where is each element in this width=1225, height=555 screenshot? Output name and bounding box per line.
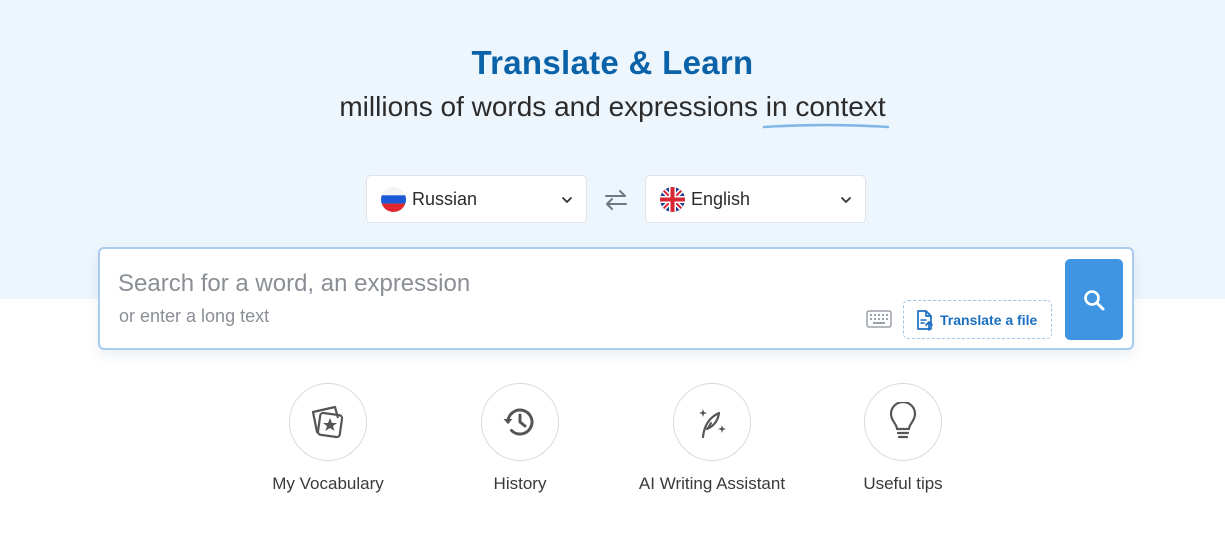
- russia-flag-icon: [381, 186, 406, 212]
- page-title: Translate & Learn: [471, 44, 754, 81]
- highlight-underline: [762, 123, 889, 129]
- source-language-select[interactable]: Russian: [366, 175, 587, 223]
- chevron-down-icon: [562, 197, 572, 203]
- translate-file-label: Translate a file: [940, 311, 1038, 328]
- source-language-label: Russian: [412, 188, 478, 209]
- translate-file-button[interactable]: Translate a file: [903, 300, 1052, 339]
- search-box: or enter a long text Translate a file: [98, 247, 1134, 350]
- feature-useful-tips[interactable]: Useful tips: [818, 383, 988, 496]
- feature-history[interactable]: History: [435, 383, 605, 496]
- subtitle-main: millions of words and expressions: [339, 91, 758, 122]
- vocabulary-cards-icon: [311, 405, 344, 439]
- feature-icon-circle: [289, 383, 367, 461]
- quill-sparkle-icon: [699, 409, 726, 439]
- feature-label: History: [493, 474, 547, 493]
- chevron-down-icon: [841, 197, 851, 203]
- feature-my-vocabulary[interactable]: My Vocabulary: [243, 383, 413, 496]
- lightbulb-icon: [889, 402, 917, 439]
- feature-ai-writing-assistant[interactable]: AI Writing Assistant: [627, 383, 797, 496]
- feature-label: AI Writing Assistant: [638, 474, 786, 493]
- history-clock-icon: [503, 408, 534, 436]
- subtitle-highlight-text: in context: [765, 91, 886, 122]
- feature-label: Useful tips: [863, 474, 943, 493]
- keyboard-icon[interactable]: [866, 310, 892, 328]
- search-hint: or enter a long text: [119, 306, 270, 326]
- search-input[interactable]: [118, 267, 878, 301]
- search-button[interactable]: [1065, 259, 1123, 340]
- target-language-select[interactable]: English: [645, 175, 866, 223]
- page-subtitle: millions of words and expressions in con…: [0, 91, 1225, 129]
- feature-icon-circle: [864, 383, 942, 461]
- uk-flag-icon: [660, 186, 685, 212]
- file-upload-icon: [917, 309, 933, 331]
- swap-arrows-icon[interactable]: [602, 188, 630, 212]
- feature-label: My Vocabulary: [272, 474, 384, 493]
- feature-icon-circle: [673, 383, 751, 461]
- target-language-label: English: [691, 188, 751, 209]
- subtitle-highlight: in context: [762, 91, 889, 129]
- search-icon: [1084, 289, 1105, 310]
- feature-icon-circle: [481, 383, 559, 461]
